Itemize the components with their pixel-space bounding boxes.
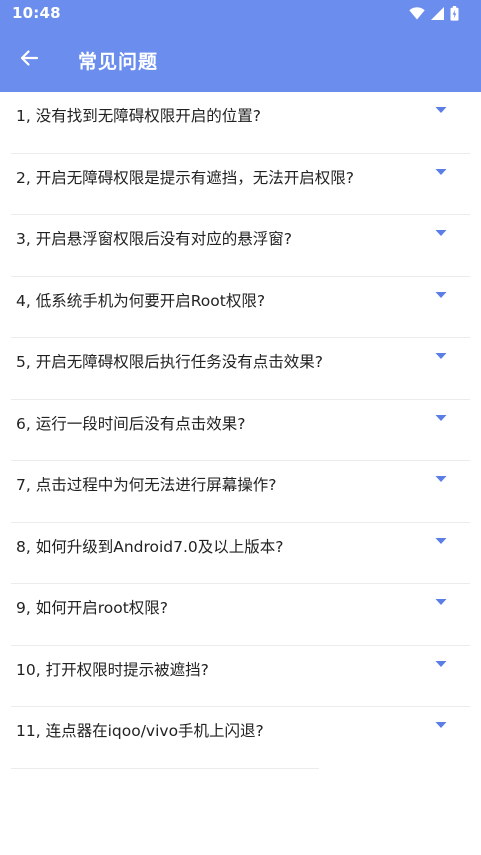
- faq-item-11[interactable]: 11, 连点器在iqoo/vivo手机上闪退?: [0, 707, 481, 769]
- faq-question: 11, 连点器在iqoo/vivo手机上闪退?: [16, 722, 264, 740]
- faq-list: 1, 没有找到无障碍权限开启的位置? 2, 开启无障碍权限是提示有遮挡，无法开启…: [0, 92, 481, 769]
- caret-down-icon: [435, 722, 447, 728]
- page-title: 常见问题: [78, 51, 159, 73]
- faq-item-2[interactable]: 2, 开启无障碍权限是提示有遮挡，无法开启权限?: [0, 154, 481, 216]
- caret-down-icon: [435, 476, 447, 482]
- faq-question: 1, 没有找到无障碍权限开启的位置?: [16, 107, 261, 125]
- faq-question: 9, 如何开启root权限?: [16, 599, 169, 617]
- faq-question: 5, 开启无障碍权限后执行任务没有点击效果?: [16, 353, 323, 371]
- faq-item-5[interactable]: 5, 开启无障碍权限后执行任务没有点击效果?: [0, 338, 481, 400]
- faq-question: 8, 如何升级到Android7.0及以上版本?: [16, 537, 284, 556]
- signal-icon: [431, 6, 444, 20]
- status-time: 10:48: [12, 4, 61, 22]
- back-button[interactable]: [13, 44, 45, 76]
- caret-down-icon: [435, 599, 447, 605]
- faq-question: 6, 运行一段时间后没有点击效果?: [16, 414, 246, 433]
- caret-down-icon: [435, 230, 447, 236]
- faq-item-7[interactable]: 7, 点击过程中为何无法进行屏幕操作?: [0, 461, 481, 523]
- faq-item-6[interactable]: 6, 运行一段时间后没有点击效果?: [0, 400, 481, 462]
- wifi-icon: [409, 6, 425, 20]
- faq-item-8[interactable]: 8, 如何升级到Android7.0及以上版本?: [0, 523, 481, 585]
- arrow-left-icon: [19, 48, 39, 72]
- status-icons: [409, 5, 459, 21]
- faq-item-4[interactable]: 4, 低系统手机为何要开启Root权限?: [0, 277, 481, 339]
- caret-down-icon: [435, 168, 447, 175]
- caret-down-icon: [435, 353, 447, 359]
- faq-question: 4, 低系统手机为何要开启Root权限?: [16, 291, 266, 310]
- caret-down-icon: [435, 107, 447, 113]
- battery-icon: [450, 5, 459, 21]
- faq-question: 2, 开启无障碍权限是提示有遮挡，无法开启权限?: [16, 168, 354, 187]
- caret-down-icon: [435, 291, 447, 298]
- faq-item-3[interactable]: 3, 开启悬浮窗权限后没有对应的悬浮窗?: [0, 215, 481, 277]
- faq-item-9[interactable]: 9, 如何开启root权限?: [0, 584, 481, 646]
- faq-item-10[interactable]: 10, 打开权限时提示被遮挡?: [0, 646, 481, 708]
- status-bar: 10:48: [0, 0, 481, 26]
- caret-down-icon: [435, 537, 447, 544]
- app-bar: 常见问题: [0, 26, 481, 92]
- caret-down-icon: [435, 414, 447, 421]
- caret-down-icon: [435, 660, 447, 667]
- faq-question: 10, 打开权限时提示被遮挡?: [16, 660, 209, 679]
- faq-question: 3, 开启悬浮窗权限后没有对应的悬浮窗?: [16, 230, 292, 248]
- faq-item-1[interactable]: 1, 没有找到无障碍权限开启的位置?: [0, 92, 481, 154]
- faq-question: 7, 点击过程中为何无法进行屏幕操作?: [16, 476, 277, 494]
